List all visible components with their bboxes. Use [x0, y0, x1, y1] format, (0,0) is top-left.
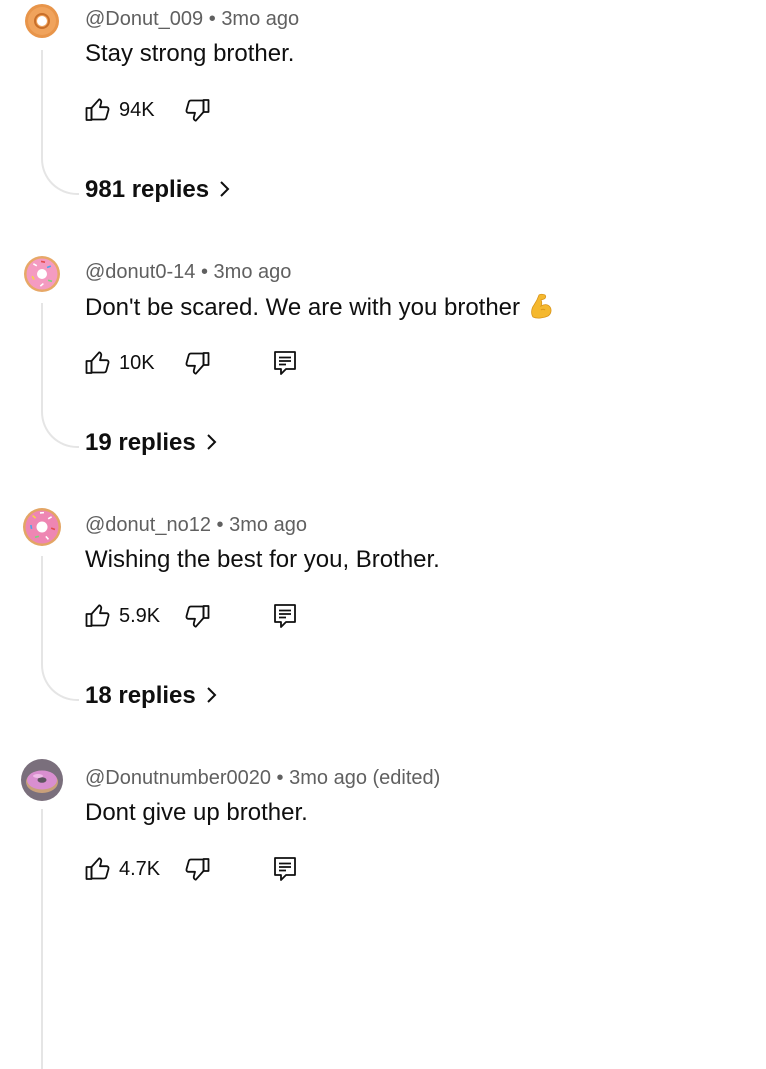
comment-item: @donut0-14 • 3mo ago Don't be scared. We…	[0, 253, 766, 506]
comment-text: Wishing the best for you, Brother.	[85, 546, 440, 573]
chevron-right-icon	[207, 434, 217, 450]
thumbs-up-icon[interactable]	[84, 855, 112, 883]
replies-count: 18 replies	[85, 682, 196, 709]
thumbs-down-icon[interactable]	[183, 602, 211, 630]
view-replies-button[interactable]: 981 replies	[85, 176, 233, 204]
meta-separator: •	[216, 514, 224, 536]
author-handle[interactable]: @donut0-14	[85, 261, 195, 283]
meta-separator: •	[208, 8, 216, 30]
like-count: 4.7K	[119, 858, 161, 880]
avatar[interactable]	[21, 253, 63, 295]
avatar[interactable]	[21, 506, 63, 548]
flexed-biceps-emoji-icon	[531, 293, 552, 319]
replies-count: 981 replies	[85, 176, 210, 203]
comment-meta: @Donut_009 • 3mo ago	[85, 8, 299, 31]
author-handle[interactable]: @Donutnumber0020	[85, 767, 271, 789]
comment-text: Stay strong brother.	[85, 40, 295, 67]
thumbs-down-icon[interactable]	[183, 349, 211, 377]
timestamp: 3mo ago	[221, 8, 300, 30]
like-count: 5.9K	[119, 605, 161, 627]
replies-count: 19 replies	[85, 429, 196, 456]
thread-connector	[41, 303, 79, 448]
thumbs-up-icon[interactable]	[84, 602, 112, 630]
comment-meta: @donut0-14 • 3mo ago	[85, 261, 291, 284]
comment-item: @donut_no12 • 3mo ago Wishing the best f…	[0, 506, 766, 759]
comment-text: Dont give up brother.	[85, 799, 308, 826]
like-count: 10K	[119, 352, 155, 374]
reply-comment-icon[interactable]	[271, 855, 299, 883]
meta-separator: •	[200, 261, 208, 283]
thread-connector	[41, 50, 79, 195]
meta-separator: •	[276, 767, 284, 789]
view-replies-button[interactable]: 19 replies	[85, 429, 220, 457]
thread-connector	[41, 809, 79, 1069]
thumbs-down-icon[interactable]	[183, 855, 211, 883]
avatar[interactable]	[21, 0, 63, 42]
comment-meta: @donut_no12 • 3mo ago	[85, 514, 307, 537]
author-handle[interactable]: @Donut_009	[85, 8, 203, 30]
comment-item: @Donutnumber0020 • 3mo ago (edited) Dont…	[0, 759, 766, 1069]
thumbs-up-icon[interactable]	[84, 349, 112, 377]
comment-item: @Donut_009 • 3mo ago Stay strong brother…	[0, 0, 766, 253]
chevron-right-icon	[207, 687, 217, 703]
thumbs-down-icon[interactable]	[183, 96, 211, 124]
timestamp: 3mo ago (edited)	[289, 767, 441, 789]
like-count: 94K	[119, 99, 155, 121]
author-handle[interactable]: @donut_no12	[85, 514, 211, 536]
comment-text: Don't be scared. We are with you brother	[85, 293, 554, 322]
chevron-right-icon	[220, 181, 230, 197]
comment-meta: @Donutnumber0020 • 3mo ago (edited)	[85, 767, 440, 790]
thumbs-up-icon[interactable]	[84, 96, 112, 124]
comment-text-content: Don't be scared. We are with you brother	[85, 294, 521, 321]
avatar[interactable]	[21, 759, 63, 801]
reply-comment-icon[interactable]	[271, 602, 299, 630]
reply-comment-icon[interactable]	[271, 349, 299, 377]
timestamp: 3mo ago	[229, 514, 307, 536]
timestamp: 3mo ago	[213, 261, 292, 283]
view-replies-button[interactable]: 18 replies	[85, 682, 220, 710]
thread-connector	[41, 556, 79, 701]
